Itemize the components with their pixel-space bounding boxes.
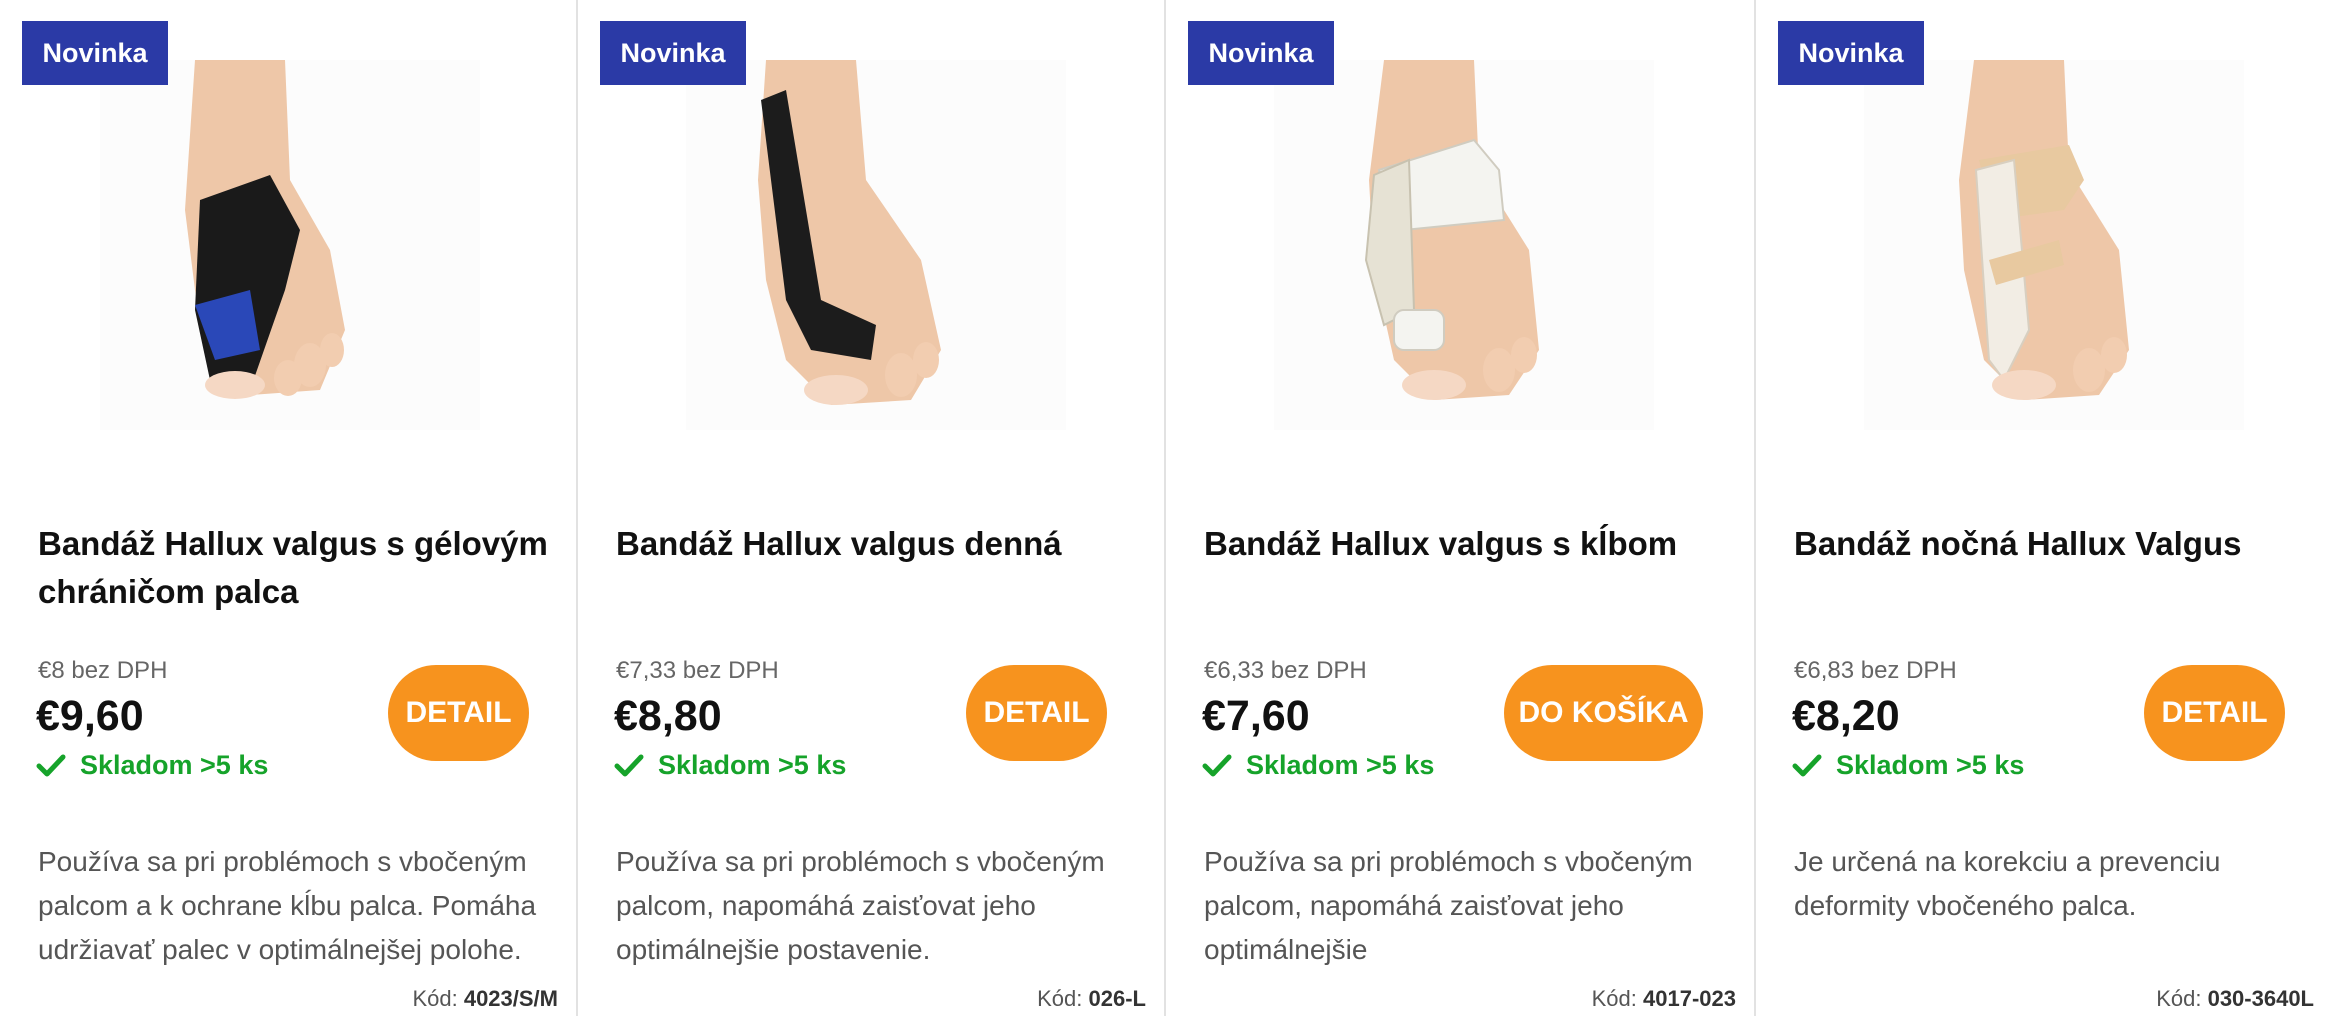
add-to-cart-button[interactable]: DO KOŠÍKA	[1504, 665, 1703, 761]
product-card[interactable]: Novinka Bandáž Hallux valgus denná €7,33…	[578, 0, 1166, 1016]
stock-status: Skladom >5 ks	[614, 750, 846, 781]
stock-label: Skladom >5 ks	[658, 750, 847, 780]
code-value: 026-L	[1088, 986, 1146, 1011]
stock-label: Skladom >5 ks	[80, 750, 269, 780]
product-card[interactable]: Novinka Bandáž Hallux valgus s gélovým c…	[0, 0, 578, 1016]
code-label: Kód:	[412, 986, 458, 1011]
product-title[interactable]: Bandáž Hallux valgus s kĺbom	[1204, 520, 1714, 568]
new-badge: Novinka	[1778, 21, 1924, 85]
price: €9,60	[36, 692, 144, 740]
product-description: Je určená na korekciu a prevenciu deform…	[1794, 846, 2221, 921]
checkmark-icon	[36, 754, 66, 776]
product-code: Kód: 4023/S/M	[412, 986, 558, 1012]
checkmark-icon	[1202, 754, 1232, 776]
stock-status: Skladom >5 ks	[1202, 750, 1434, 781]
detail-button[interactable]: DETAIL	[388, 665, 529, 761]
price-without-vat: €6,83 bez DPH	[1794, 657, 1957, 684]
product-description: Používa sa pri problémoch s vbočeným pal…	[616, 846, 1105, 965]
price-without-vat: €8 bez DPH	[38, 657, 168, 684]
checkmark-icon	[1792, 754, 1822, 776]
product-code: Kód: 030-3640L	[2156, 986, 2314, 1012]
product-code: Kód: 026-L	[1037, 986, 1146, 1012]
new-badge: Novinka	[22, 21, 168, 85]
price: €8,80	[614, 692, 722, 740]
stock-status: Skladom >5 ks	[36, 750, 268, 781]
checkmark-icon	[614, 754, 644, 776]
price: €8,20	[1792, 692, 1900, 740]
detail-button[interactable]: DETAIL	[966, 665, 1107, 761]
product-title[interactable]: Bandáž Hallux valgus denná	[616, 520, 1126, 568]
product-description: Používa sa pri problémoch s vbočeným pal…	[1204, 846, 1693, 965]
product-title[interactable]: Bandáž nočná Hallux Valgus	[1794, 520, 2304, 568]
code-value: 4023/S/M	[463, 986, 558, 1011]
code-value: 030-3640L	[2207, 986, 2314, 1011]
product-grid: Novinka Bandáž Hallux valgus s gélovým c…	[0, 0, 2332, 1016]
stock-label: Skladom >5 ks	[1836, 750, 2025, 780]
code-label: Kód:	[1037, 986, 1083, 1011]
detail-button[interactable]: DETAIL	[2144, 665, 2285, 761]
product-image[interactable]	[1274, 60, 1654, 430]
product-image[interactable]	[1864, 60, 2244, 430]
stock-label: Skladom >5 ks	[1246, 750, 1435, 780]
new-badge: Novinka	[1188, 21, 1334, 85]
product-image[interactable]	[100, 60, 480, 430]
product-card[interactable]: Novinka Bandáž nočná Hallux Valgus €6,83…	[1756, 0, 2332, 1016]
new-badge: Novinka	[600, 21, 746, 85]
code-label: Kód:	[1591, 986, 1637, 1011]
product-code: Kód: 4017-023	[1592, 986, 1736, 1012]
stock-status: Skladom >5 ks	[1792, 750, 2024, 781]
price-without-vat: €6,33 bez DPH	[1204, 657, 1367, 684]
product-card[interactable]: Novinka Bandáž Hallux valgus s kĺbom €6,…	[1166, 0, 1756, 1016]
price: €7,60	[1202, 692, 1310, 740]
product-description: Používa sa pri problémoch s vbočeným pal…	[38, 846, 537, 965]
code-value: 4017-023	[1643, 986, 1736, 1011]
product-image[interactable]	[686, 60, 1066, 430]
code-label: Kód:	[2156, 986, 2202, 1011]
product-title[interactable]: Bandáž Hallux valgus s gélovým chráničom…	[38, 520, 548, 616]
price-without-vat: €7,33 bez DPH	[616, 657, 779, 684]
